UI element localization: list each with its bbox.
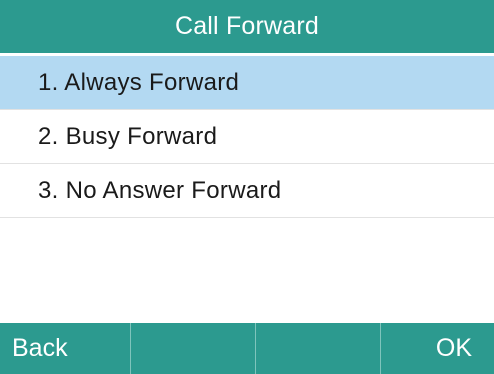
menu-item-label: 3. No Answer Forward	[38, 176, 282, 204]
menu-item-no-answer-forward[interactable]: 3. No Answer Forward	[0, 164, 494, 218]
title-bar: Call Forward	[0, 0, 494, 53]
menu-item-label: 1. Always Forward	[38, 68, 240, 96]
screen-title: Call Forward	[174, 12, 320, 40]
softkey-bar: Back OK	[0, 323, 494, 374]
menu-item-busy-forward[interactable]: 2. Busy Forward	[0, 110, 494, 164]
ok-softkey-label: OK	[435, 334, 472, 362]
softkey-2[interactable]	[130, 323, 255, 374]
back-softkey[interactable]: Back	[0, 323, 130, 374]
ok-softkey[interactable]: OK	[380, 323, 494, 374]
back-softkey-label: Back	[12, 334, 68, 362]
phone-screen: Call Forward 1. Always Forward 2. Busy F…	[0, 0, 494, 374]
menu-item-label: 2. Busy Forward	[38, 122, 218, 150]
call-forward-menu: 1. Always Forward 2. Busy Forward 3. No …	[0, 53, 494, 323]
menu-item-always-forward[interactable]: 1. Always Forward	[0, 56, 494, 110]
softkey-3[interactable]	[255, 323, 380, 374]
